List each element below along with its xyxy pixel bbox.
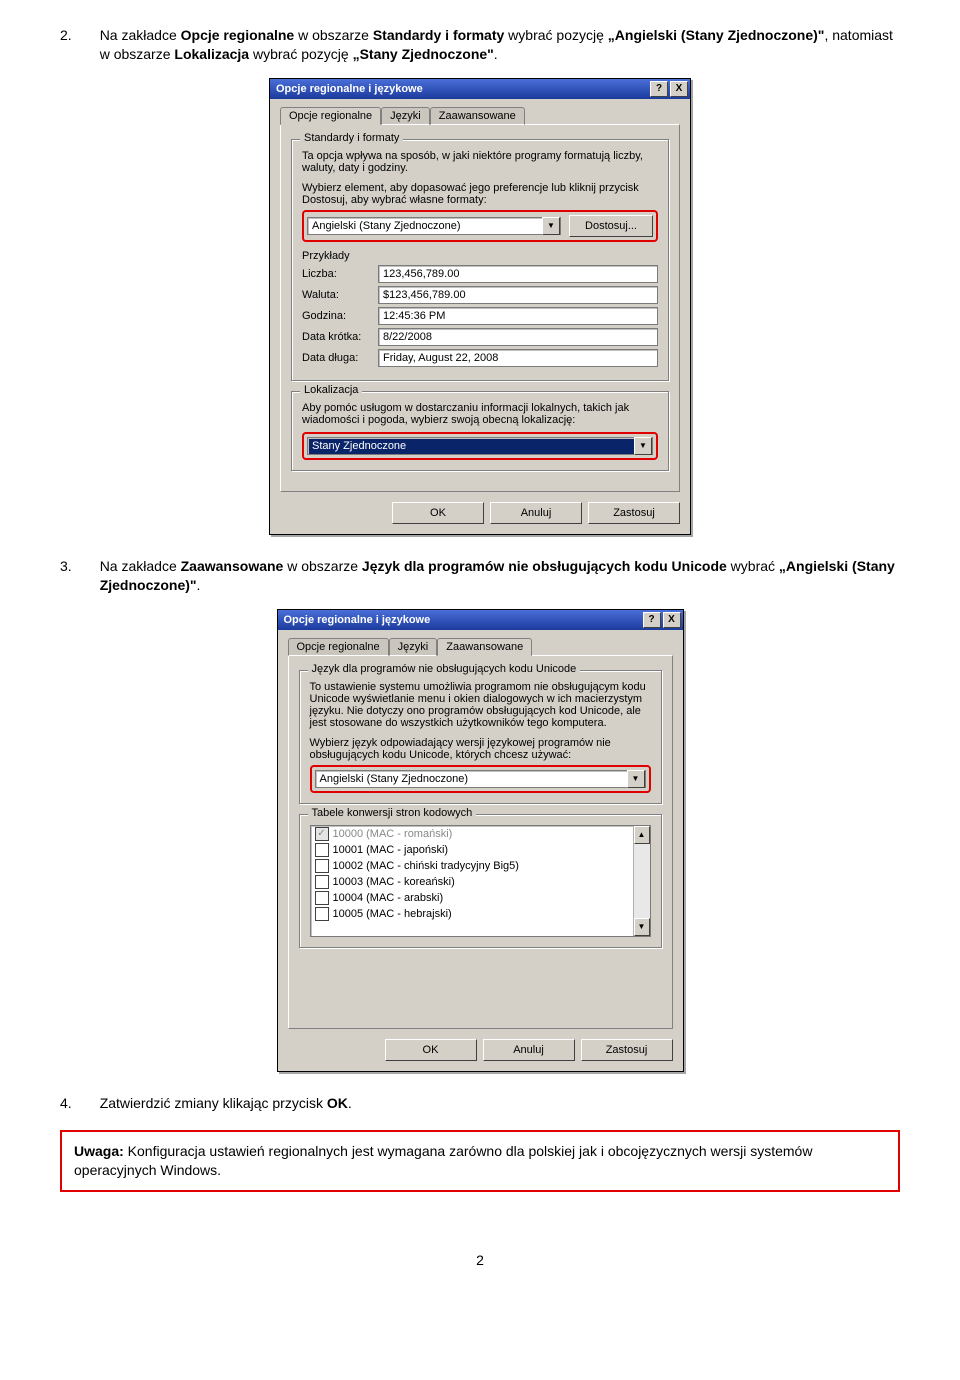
step4-paragraph: 4. Zatwierdzić zmiany klikając przycisk … <box>60 1094 900 1113</box>
checkbox-icon: ✓ <box>315 827 329 841</box>
tab-regional-options[interactable]: Opcje regionalne <box>280 107 381 125</box>
examples-label: Przykłady <box>302 250 658 262</box>
cancel-button[interactable]: Anuluj <box>483 1039 575 1061</box>
help-button[interactable]: ? <box>643 612 661 628</box>
select-value: Angielski (Stany Zjednoczone) <box>320 773 469 785</box>
step2-text: Na zakładce Opcje regionalne w obszarze … <box>100 26 900 64</box>
list-item[interactable]: 10004 (MAC - arabski) <box>311 890 650 906</box>
tab-panel: Język dla programów nie obsługujących ko… <box>288 655 673 1029</box>
tabs: Opcje regionalne Języki Zaawansowane <box>280 107 680 125</box>
chevron-down-icon: ▼ <box>542 217 560 235</box>
warning-note: Uwaga: Konfiguracja ustawień regionalnyc… <box>60 1130 900 1192</box>
tab-languages[interactable]: Języki <box>389 638 438 656</box>
apply-button[interactable]: Zastosuj <box>581 1039 673 1061</box>
codepage-label: 10000 (MAC - romański) <box>333 828 453 840</box>
list-item[interactable]: 10005 (MAC - hebrajski) <box>311 906 650 922</box>
note-text: Konfiguracja ustawień regionalnych jest … <box>74 1143 812 1178</box>
currency-value: $123,456,789.00 <box>378 286 658 304</box>
location-group: Lokalizacja Aby pomóc usługom w dostarcz… <box>291 391 669 471</box>
scroll-down-icon[interactable]: ▼ <box>634 918 650 936</box>
highlight-box: Angielski (Stany Zjednoczone) ▼ <box>310 765 651 793</box>
legend: Tabele konwersji stron kodowych <box>308 807 477 819</box>
step3-paragraph: 3. Na zakładce Zaawansowane w obszarze J… <box>60 557 900 595</box>
legend: Język dla programów nie obsługujących ko… <box>308 663 581 675</box>
customize-button[interactable]: Dostosuj... <box>569 215 653 237</box>
tab-regional-options[interactable]: Opcje regionalne <box>288 638 389 656</box>
lbl: Liczba: <box>302 268 372 280</box>
step2-paragraph: 2. Na zakładce Opcje regionalne w obszar… <box>60 26 900 64</box>
checkbox-icon[interactable] <box>315 843 329 857</box>
longdate-value: Friday, August 22, 2008 <box>378 349 658 367</box>
location-select[interactable]: Stany Zjednoczone ▼ <box>307 437 653 455</box>
list-item[interactable]: 10003 (MAC - koreański) <box>311 874 650 890</box>
scrollbar[interactable]: ▲ ▼ <box>633 826 650 936</box>
num: 2. <box>60 26 72 64</box>
list-item[interactable]: 10002 (MAC - chiński tradycyjny Big5) <box>311 858 650 874</box>
checkbox-icon[interactable] <box>315 859 329 873</box>
desc1: Ta opcja wpływa na sposób, w jaki niektó… <box>302 150 658 174</box>
regional-options-dialog-2: Opcje regionalne i językowe ? X Opcje re… <box>277 609 684 1072</box>
chevron-down-icon: ▼ <box>634 437 652 455</box>
scroll-up-icon[interactable]: ▲ <box>634 826 650 844</box>
tab-advanced[interactable]: Zaawansowane <box>430 107 525 125</box>
titlebar: Opcje regionalne i językowe ? X <box>278 610 683 630</box>
ok-button[interactable]: OK <box>392 502 484 524</box>
codepage-label: 10005 (MAC - hebrajski) <box>333 908 452 920</box>
legend: Lokalizacja <box>300 384 362 396</box>
help-button[interactable]: ? <box>650 81 668 97</box>
desc1: To ustawienie systemu umożliwia programo… <box>310 681 651 729</box>
legend: Standardy i formaty <box>300 132 403 144</box>
dialog-title: Opcje regionalne i językowe <box>276 83 423 95</box>
tab-advanced[interactable]: Zaawansowane <box>437 638 532 656</box>
lbl: Waluta: <box>302 289 372 301</box>
desc2: Wybierz język odpowiadający wersji język… <box>310 737 651 761</box>
lbl: Data krótka: <box>302 331 372 343</box>
step3-text: Na zakładce Zaawansowane w obszarze Języ… <box>100 557 900 595</box>
cancel-button[interactable]: Anuluj <box>490 502 582 524</box>
checkbox-icon[interactable] <box>315 907 329 921</box>
codepage-checklist[interactable]: ✓ 10000 (MAC - romański) 10001 (MAC - japo… <box>310 825 651 937</box>
highlight-box: Stany Zjednoczone ▼ <box>302 432 658 460</box>
dialog-title: Opcje regionalne i językowe <box>284 614 431 626</box>
lbl: Godzina: <box>302 310 372 322</box>
close-button[interactable]: X <box>663 612 681 628</box>
nonunicode-language-group: Język dla programów nie obsługujących ko… <box>299 670 662 804</box>
list-item: ✓ 10000 (MAC - romański) <box>311 826 650 842</box>
apply-button[interactable]: Zastosuj <box>588 502 680 524</box>
select-value: Stany Zjednoczone <box>312 440 406 452</box>
language-select[interactable]: Angielski (Stany Zjednoczone) ▼ <box>315 770 646 788</box>
list-item[interactable]: 10001 (MAC - japoński) <box>311 842 650 858</box>
codepage-label: 10001 (MAC - japoński) <box>333 844 449 856</box>
standards-formats-group: Standardy i formaty Ta opcja wpływa na s… <box>291 139 669 381</box>
select-value: Angielski (Stany Zjednoczone) <box>312 220 461 232</box>
checkbox-icon[interactable] <box>315 891 329 905</box>
num: 4. <box>60 1094 72 1113</box>
codepage-label: 10003 (MAC - koreański) <box>333 876 455 888</box>
num: 3. <box>60 557 72 595</box>
checkbox-icon[interactable] <box>315 875 329 889</box>
codepage-label: 10004 (MAC - arabski) <box>333 892 444 904</box>
ok-button[interactable]: OK <box>385 1039 477 1061</box>
page-number: 2 <box>60 1252 900 1268</box>
lbl: Data długa: <box>302 352 372 364</box>
number-value: 123,456,789.00 <box>378 265 658 283</box>
codepage-tables-group: Tabele konwersji stron kodowych ✓10000 (… <box>299 814 662 948</box>
desc: Aby pomóc usługom w dostarczaniu informa… <box>302 402 658 426</box>
desc2: Wybierz element, aby dopasować jego pref… <box>302 182 658 206</box>
note-label: Uwaga: <box>74 1143 124 1159</box>
tab-panel: Standardy i formaty Ta opcja wpływa na s… <box>280 124 680 492</box>
chevron-down-icon: ▼ <box>627 770 645 788</box>
step4-text: Zatwierdzić zmiany klikając przycisk OK. <box>100 1094 352 1113</box>
shortdate-value: 8/22/2008 <box>378 328 658 346</box>
format-select[interactable]: Angielski (Stany Zjednoczone) ▼ <box>307 217 561 235</box>
regional-options-dialog-1: Opcje regionalne i językowe ? X Opcje re… <box>269 78 691 535</box>
codepage-label: 10002 (MAC - chiński tradycyjny Big5) <box>333 860 519 872</box>
tab-languages[interactable]: Języki <box>381 107 430 125</box>
titlebar: Opcje regionalne i językowe ? X <box>270 79 690 99</box>
tabs: Opcje regionalne Języki Zaawansowane <box>288 638 673 656</box>
highlight-box: Angielski (Stany Zjednoczone) ▼ Dostosuj… <box>302 210 658 242</box>
close-button[interactable]: X <box>670 81 688 97</box>
time-value: 12:45:36 PM <box>378 307 658 325</box>
